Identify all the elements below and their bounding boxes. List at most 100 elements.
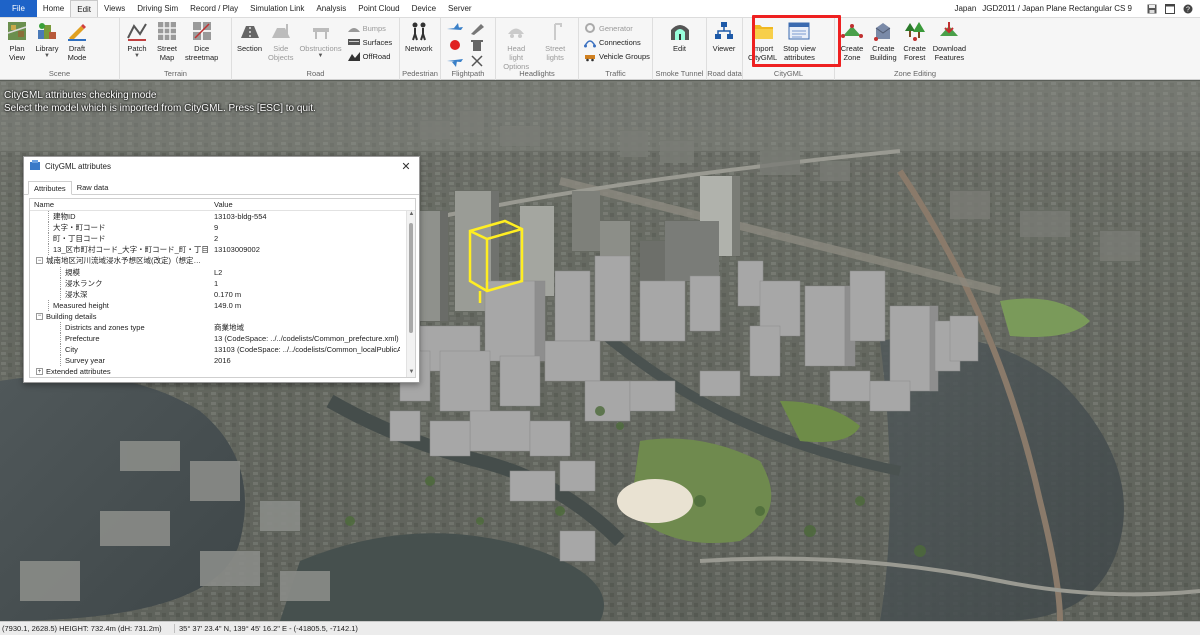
create-building-icon xyxy=(872,20,894,42)
ribbon-group-traffic: Generator Connections Vehicle Groups Tra… xyxy=(579,18,653,80)
network-button[interactable]: Network xyxy=(402,20,436,53)
table-row[interactable]: City 13103 (CodeSpace: ../../codelists/Co… xyxy=(30,344,415,356)
tree-line-icon xyxy=(48,211,49,223)
obstructions-dropdown-icon[interactable]: ▼ xyxy=(318,53,324,59)
flightpath-edit-icon[interactable] xyxy=(468,23,486,35)
table-row[interactable]: 建物ID 13103-bldg-554 xyxy=(30,211,415,223)
menu-tab-device[interactable]: Device xyxy=(406,0,442,17)
save-icon[interactable] xyxy=(1146,3,1158,15)
smoke-tunnel-edit-button[interactable]: Edit xyxy=(665,20,695,53)
collapse-icon[interactable]: − xyxy=(36,312,43,320)
library-label: Library xyxy=(35,44,59,53)
plan-view-button[interactable]: Plan View xyxy=(2,20,32,62)
table-row[interactable]: 町・丁目コード 2 xyxy=(30,233,415,245)
section-label: Section xyxy=(237,44,263,53)
create-building-button[interactable]: Create Building xyxy=(867,20,900,62)
scroll-down-icon[interactable]: ▼ xyxy=(407,369,415,377)
flightpath-cut-icon[interactable] xyxy=(468,55,486,67)
menu-tab-server[interactable]: Server xyxy=(442,0,478,17)
smoke-tunnel-edit-label: Edit xyxy=(673,44,686,53)
scroll-up-icon[interactable]: ▲ xyxy=(407,211,415,219)
collapse-icon[interactable]: − xyxy=(36,257,43,265)
menu-tab-record-play[interactable]: Record / Play xyxy=(184,0,244,17)
generator-button[interactable]: Generator xyxy=(584,22,650,34)
section-button[interactable]: Section xyxy=(234,20,265,53)
attribute-name-cell: Measured height xyxy=(30,299,210,311)
attribute-name: Districts and zones type xyxy=(65,322,145,332)
flightpath-plane2-icon[interactable] xyxy=(446,55,464,67)
street-lights-button[interactable]: Street lights xyxy=(534,20,576,62)
close-icon[interactable]: ✕ xyxy=(399,160,413,173)
menu-tab-simulation-link[interactable]: Simulation Link xyxy=(244,0,310,17)
menu-tab-file[interactable]: File xyxy=(0,0,37,17)
table-row[interactable]: 規模 L2 xyxy=(30,266,415,278)
table-row[interactable]: Survey year 2016 xyxy=(30,355,415,367)
attribute-name-cell: 大字・町コード xyxy=(30,222,210,234)
window-icon[interactable] xyxy=(1164,3,1176,15)
road-data-viewer-button[interactable]: Viewer xyxy=(709,20,739,53)
menu-tab-point-cloud[interactable]: Point Cloud xyxy=(352,0,405,17)
menu-tab-edit[interactable]: Edit xyxy=(70,0,99,17)
flightpath-plane-icon[interactable] xyxy=(446,23,464,35)
menu-bar: File Home Edit Views Driving Sim Record … xyxy=(0,0,1200,18)
menu-tab-analysis[interactable]: Analysis xyxy=(310,0,352,17)
group-label-traffic: Traffic xyxy=(605,69,626,78)
table-row[interactable]: Prefecture 13 (CodeSpace: ../../codelists… xyxy=(30,333,415,345)
dice-streetmap-button[interactable]: Dice streetmap xyxy=(182,20,221,62)
menu-tab-views[interactable]: Views xyxy=(98,0,131,17)
head-light-options-label: Head light Options xyxy=(503,44,530,71)
patch-dropdown-icon[interactable]: ▼ xyxy=(134,53,140,59)
table-row[interactable]: Measured height 149.0 m xyxy=(30,299,415,311)
connections-button[interactable]: Connections xyxy=(584,36,650,48)
table-row[interactable]: + Extended attributes xyxy=(30,366,415,377)
group-label-smoke-tunnel: Smoke Tunnel xyxy=(655,69,704,78)
bumps-button[interactable]: Bumps xyxy=(347,22,393,34)
tab-attributes[interactable]: Attributes xyxy=(28,181,72,195)
table-row[interactable]: 大字・町コード 9 xyxy=(30,222,415,234)
download-features-button[interactable]: Download Features xyxy=(930,20,969,62)
region-label: Japan xyxy=(954,4,977,13)
group-label-zone-editing: Zone Editing xyxy=(893,69,937,78)
patch-button[interactable]: Patch ▼ xyxy=(122,20,152,59)
street-map-icon xyxy=(156,20,178,42)
dialog-title-bar[interactable]: CityGML attributes ✕ xyxy=(24,157,419,175)
street-map-button[interactable]: Street Map xyxy=(152,20,182,62)
menu-tab-home[interactable]: Home xyxy=(37,0,70,17)
grid-header: Name Value xyxy=(30,199,415,211)
library-dropdown-icon[interactable]: ▼ xyxy=(44,53,50,59)
tab-raw-data[interactable]: Raw data xyxy=(72,181,114,194)
obstructions-button[interactable]: Obstructions ▼ xyxy=(296,20,344,59)
attribute-value: 商業地域 xyxy=(214,322,244,332)
tree-line-icon xyxy=(48,244,49,256)
menu-tab-driving-sim[interactable]: Driving Sim xyxy=(131,0,184,17)
create-zone-label: Create Zone xyxy=(840,44,864,62)
table-row[interactable]: 浸水深 0.170 m xyxy=(30,288,415,300)
table-row[interactable]: − 城南地区河川流域浸水予想区域(改定)（想定… xyxy=(30,255,415,266)
surfaces-button[interactable]: Surfaces xyxy=(347,36,392,48)
attribute-value: 1 xyxy=(214,278,219,288)
library-button[interactable]: Library ▼ xyxy=(32,20,62,59)
table-row[interactable]: 浸水ランク 1 xyxy=(30,277,415,289)
offroad-button[interactable]: OffRoad xyxy=(347,50,393,62)
help-icon[interactable]: ? xyxy=(1182,3,1194,15)
create-zone-button[interactable]: Create Zone xyxy=(837,20,867,62)
create-forest-button[interactable]: Create Forest xyxy=(900,20,930,62)
draft-mode-button[interactable]: Draft Mode xyxy=(62,20,92,62)
dice-streetmap-icon xyxy=(191,20,213,42)
flightpath-delete-icon[interactable] xyxy=(468,39,486,51)
citygml-app-icon xyxy=(30,160,40,172)
side-objects-button[interactable]: Side Objects xyxy=(265,20,296,62)
flightpath-record-icon[interactable] xyxy=(446,39,464,51)
tree-line-icon xyxy=(60,266,61,278)
table-row[interactable]: − Building details xyxy=(30,311,415,322)
draft-mode-label: Draft Mode xyxy=(67,44,87,62)
table-row[interactable]: Districts and zones type 商業地域 xyxy=(30,321,415,333)
table-row[interactable]: 13_区市町村コード_大字・町コード_町・丁目コード 13103009002 xyxy=(30,244,415,256)
status-geo: 35° 37' 23.4" N, 139° 45' 16.2" E - (-41… xyxy=(179,624,358,633)
expand-icon[interactable]: + xyxy=(36,368,43,376)
road-small-buttons: Bumps Surfaces OffRoad xyxy=(345,20,396,62)
head-light-options-button[interactable]: Head light Options xyxy=(498,20,534,71)
grid-scrollbar[interactable]: ▲ ▼ xyxy=(406,211,415,377)
scroll-thumb[interactable] xyxy=(409,223,413,333)
vehicle-groups-button[interactable]: Vehicle Groups xyxy=(584,50,650,62)
